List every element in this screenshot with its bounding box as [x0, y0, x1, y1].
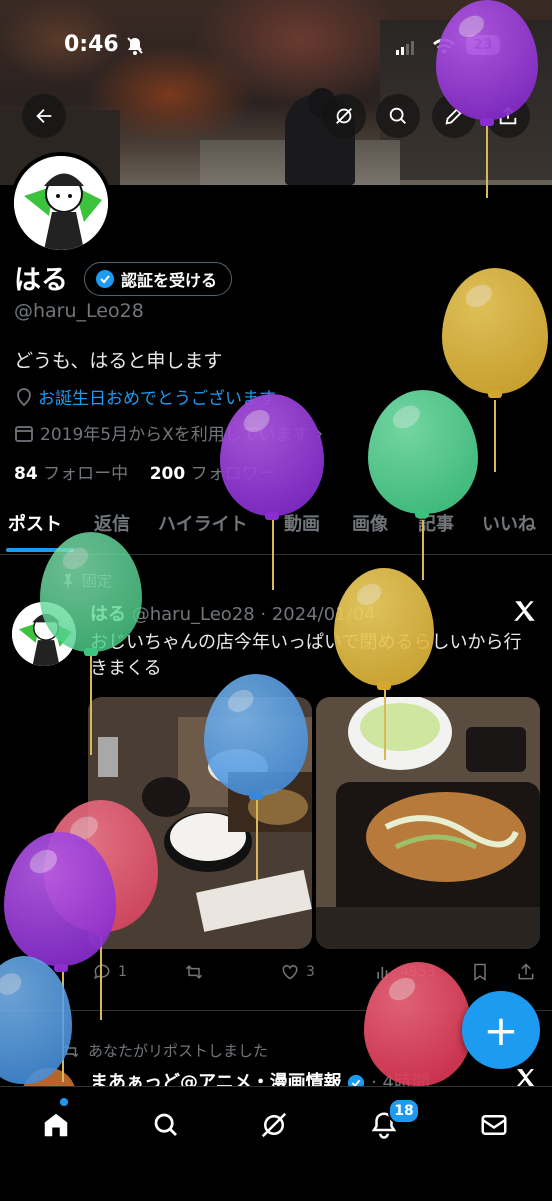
reply-action[interactable]: 1 — [92, 962, 127, 982]
avatar-illustration — [14, 156, 108, 250]
profile-handle: @haru_Leo28 — [14, 300, 144, 322]
mail-icon — [481, 1115, 507, 1135]
balloon-yellow — [442, 268, 548, 394]
balloon-purple — [4, 832, 116, 966]
reply-icon — [94, 964, 110, 980]
search-icon — [389, 107, 406, 124]
tab-posts[interactable]: ポスト — [8, 510, 62, 536]
photo-2-food — [316, 697, 540, 949]
post-text: おじいちゃんの店今年いっぱいで閉めるらしいから行きまくる — [90, 632, 522, 679]
bookmark-action[interactable] — [470, 962, 490, 982]
home-unread-dot — [60, 1098, 68, 1106]
bottom-navigation — [0, 1086, 552, 1201]
balloon-knot — [377, 682, 391, 690]
grok-icon — [261, 1112, 287, 1138]
profile-bio: どうも、はると申します — [14, 350, 223, 372]
balloon-yellow — [334, 568, 434, 686]
post-photo-2[interactable] — [316, 697, 540, 949]
balloon-green — [40, 532, 142, 652]
profile-name: はる — [14, 265, 68, 296]
verified-badge-icon — [96, 270, 114, 288]
following-count: 84 — [14, 464, 38, 484]
share-icon — [518, 963, 534, 980]
home-icon — [44, 1113, 68, 1137]
following-label: フォロー中 — [43, 464, 129, 484]
balloon-string — [422, 520, 424, 580]
balloon-blue — [204, 674, 308, 796]
balloon-knot — [415, 510, 429, 518]
tab-videos[interactable]: 動画 — [284, 510, 320, 536]
get-verified-button[interactable]: 認証を受ける — [84, 262, 233, 296]
nav-home[interactable] — [36, 1105, 76, 1145]
retweet-action[interactable] — [184, 962, 210, 982]
balloon-knot — [84, 648, 98, 656]
birthday-line: お誕生日おめでとうございます — [14, 384, 276, 409]
repost-note-text: あなたがリポストしました — [88, 1042, 269, 1060]
balloon-knot — [488, 390, 502, 398]
birthday-text[interactable]: お誕生日おめでとうございます — [38, 384, 276, 409]
like-count: 3 — [306, 964, 315, 980]
balloon-knot — [265, 512, 279, 520]
nav-grok[interactable] — [254, 1105, 294, 1145]
x-logo-icon — [512, 598, 538, 628]
location-pin-icon — [17, 387, 31, 406]
notifications-badge: 18 — [388, 1098, 420, 1124]
silent-bell-icon — [126, 36, 144, 60]
status-time: 0:46 — [64, 32, 119, 57]
get-verified-label: 認証を受ける — [121, 271, 218, 290]
search-icon — [154, 1113, 177, 1136]
balloon-string — [100, 936, 102, 1020]
back-button[interactable] — [22, 94, 66, 138]
nav-messages[interactable] — [474, 1105, 514, 1145]
bookmark-icon — [474, 963, 486, 981]
balloon-string — [486, 126, 488, 198]
reply-count: 1 — [118, 964, 127, 980]
like-icon — [282, 964, 298, 980]
balloon-string — [384, 690, 386, 760]
signal-icon — [396, 40, 416, 59]
tab-likes[interactable]: いいね — [482, 510, 536, 536]
followers-count: 200 — [149, 464, 186, 484]
balloon-purple — [436, 0, 538, 120]
balloon-knot — [249, 792, 263, 800]
back-arrow-icon — [36, 108, 52, 124]
calendar-icon — [15, 425, 33, 442]
balloon-red — [364, 962, 472, 1086]
balloon-string — [494, 400, 496, 472]
like-action[interactable]: 3 — [280, 962, 315, 982]
grok-icon — [336, 108, 352, 124]
search-button[interactable] — [376, 94, 420, 138]
profile-avatar[interactable] — [10, 152, 112, 254]
balloon-string — [90, 655, 92, 755]
following-link[interactable]: 84 フォロー中 — [14, 464, 128, 484]
balloon-green — [368, 390, 478, 514]
nav-search[interactable] — [146, 1105, 186, 1145]
balloon-knot — [480, 118, 494, 126]
tab-media[interactable]: 画像 — [352, 510, 388, 536]
retweet-icon — [185, 965, 203, 979]
balloon-string — [272, 520, 274, 590]
balloon-purple — [220, 394, 324, 516]
share-post-action[interactable] — [516, 962, 536, 982]
repost-note: あなたがリポストしました — [62, 1040, 268, 1061]
compose-post-button[interactable]: + — [462, 991, 540, 1069]
tab-highlights[interactable]: ハイライト — [158, 510, 248, 536]
grok-button[interactable] — [322, 94, 366, 138]
balloon-string — [256, 800, 258, 880]
balloon-knot — [54, 964, 68, 972]
